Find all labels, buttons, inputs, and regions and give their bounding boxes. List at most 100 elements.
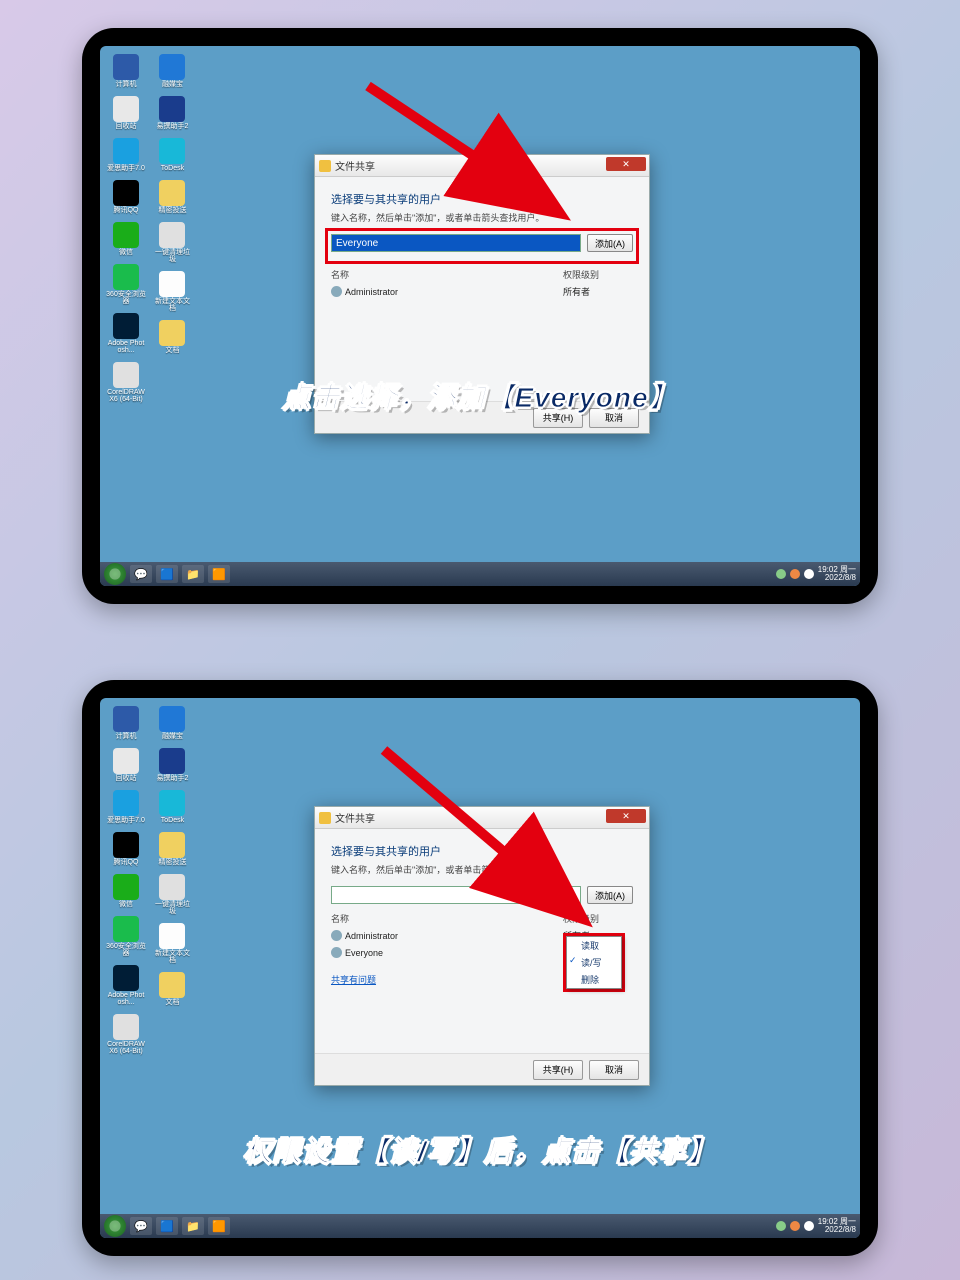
desktop-icon[interactable]: 精密投送 — [152, 180, 192, 214]
desktop-icon[interactable]: 计算机 — [106, 54, 146, 88]
app-icon — [113, 96, 139, 122]
dialog-titlebar[interactable]: 文件共享 ✕ — [315, 155, 649, 177]
taskbar-todesk-icon[interactable]: 🟦 — [156, 1217, 178, 1235]
desktop-icon[interactable]: 爱思助手7.0 — [106, 138, 146, 172]
desktop-icon[interactable]: 回收站 — [106, 748, 146, 782]
cancel-button[interactable]: 取消 — [589, 1060, 639, 1080]
desktop-icon[interactable]: 爱思助手7.0 — [106, 790, 146, 824]
icon-label: 精密投送 — [152, 859, 192, 866]
desktop-icon[interactable]: 360安全浏览器 — [106, 916, 146, 957]
tray-icon[interactable] — [790, 569, 800, 579]
taskbar[interactable]: 💬 🟦 📁 🟧 19:02 周一 2022/8/8 — [100, 1214, 860, 1238]
system-tray[interactable]: 19:02 周一 2022/8/8 — [776, 1214, 856, 1238]
taskbar[interactable]: 💬 🟦 📁 🟧 19:02 周一 2022/8/8 — [100, 562, 860, 586]
desktop-screen-top: 计算机 回收站 爱思助手7.0 腾讯QQ 微信 360安全浏览器 Adobe P… — [100, 46, 860, 586]
user-combo-input[interactable] — [331, 886, 581, 904]
taskbar-app-icon[interactable]: 🟧 — [208, 1217, 230, 1235]
taskbar-explorer-icon[interactable]: 📁 — [182, 1217, 204, 1235]
icon-label: 微信 — [106, 249, 146, 256]
icon-label: 360安全浏览器 — [106, 943, 146, 957]
user-name: Administrator — [345, 287, 398, 297]
app-icon — [159, 138, 185, 164]
icon-label: Adobe Photosh... — [106, 992, 146, 1006]
icon-label: 360安全浏览器 — [106, 291, 146, 305]
close-button[interactable]: ✕ — [606, 157, 646, 171]
add-button[interactable]: 添加(A) — [587, 234, 633, 252]
taskbar-wechat-icon[interactable]: 💬 — [130, 565, 152, 583]
clock-date: 2022/8/8 — [818, 574, 856, 582]
user-perm[interactable]: 所有者 — [563, 285, 633, 298]
icon-label: 易撰助手2 — [152, 123, 192, 130]
desktop-icon[interactable]: 易撰助手2 — [152, 748, 192, 782]
icon-label: 一键清理垃圾 — [152, 901, 192, 915]
app-icon — [113, 138, 139, 164]
desktop-icon[interactable]: 新建文本文档 — [152, 271, 192, 312]
icon-label: 融媒宝 — [152, 733, 192, 740]
tray-icon[interactable] — [776, 569, 786, 579]
user-combo-input[interactable] — [331, 234, 581, 252]
desktop-icon[interactable]: 计算机 — [106, 706, 146, 740]
highlight-box-perm: 读取 读/写 删除 — [563, 933, 625, 992]
tray-icon[interactable] — [804, 1221, 814, 1231]
list-header: 名称 权限级别 — [331, 910, 633, 927]
start-button[interactable] — [104, 1215, 126, 1237]
desktop-icon[interactable]: Adobe Photosh... — [106, 313, 146, 354]
user-row[interactable]: Administrator 所有者 — [331, 283, 633, 300]
dialog-titlebar[interactable]: 文件共享 ✕ — [315, 807, 649, 829]
desktop-icon[interactable]: 回收站 — [106, 96, 146, 130]
desktop-icon[interactable]: 一键清理垃圾 — [152, 874, 192, 915]
desktop-icon[interactable]: 融媒宝 — [152, 54, 192, 88]
file-sharing-dialog: 文件共享 ✕ 选择要与其共享的用户 键入名称，然后单击"添加"，或者单击箭头查找… — [314, 806, 650, 1086]
desktop-icon[interactable]: 文档 — [152, 972, 192, 1006]
desktop-icon[interactable]: 易撰助手2 — [152, 96, 192, 130]
desktop-icon[interactable]: 腾讯QQ — [106, 832, 146, 866]
desktop-icon[interactable]: 一键清理垃圾 — [152, 222, 192, 263]
app-icon — [113, 54, 139, 80]
desktop-icon[interactable]: 新建文本文档 — [152, 923, 192, 964]
taskbar-wechat-icon[interactable]: 💬 — [130, 1217, 152, 1235]
perm-option-read[interactable]: 读取 — [567, 937, 621, 954]
perm-option-remove[interactable]: 删除 — [567, 971, 621, 988]
desktop-icon[interactable]: Adobe Photosh... — [106, 965, 146, 1006]
desktop-icons: 计算机 回收站 爱思助手7.0 腾讯QQ 微信 360安全浏览器 Adobe P… — [106, 52, 194, 409]
system-tray[interactable]: 19:02 周一 2022/8/8 — [776, 562, 856, 586]
icon-label: 融媒宝 — [152, 81, 192, 88]
tray-icon[interactable] — [790, 1221, 800, 1231]
app-icon — [159, 271, 185, 297]
icon-label: 爱思助手7.0 — [106, 165, 146, 172]
icon-label: 腾讯QQ — [106, 207, 146, 214]
desktop-icon[interactable]: 360安全浏览器 — [106, 264, 146, 305]
desktop-icon[interactable]: 腾讯QQ — [106, 180, 146, 214]
icon-label: 文档 — [152, 999, 192, 1006]
taskbar-app-icon[interactable]: 🟧 — [208, 565, 230, 583]
permission-menu[interactable]: 读取 读/写 删除 — [566, 936, 622, 989]
desktop-icon[interactable]: CorelDRAW X6 (64-Bit) — [106, 1014, 146, 1055]
share-button[interactable]: 共享(H) — [533, 1060, 583, 1080]
desktop-icon[interactable]: 文档 — [152, 320, 192, 354]
icon-label: ToDesk — [152, 165, 192, 172]
tray-icon[interactable] — [804, 569, 814, 579]
desktop-icon[interactable]: 精密投送 — [152, 832, 192, 866]
perm-option-readwrite[interactable]: 读/写 — [567, 954, 621, 971]
app-icon — [113, 222, 139, 248]
app-icon — [159, 874, 185, 900]
desktop-icon[interactable]: 融媒宝 — [152, 706, 192, 740]
start-button[interactable] — [104, 563, 126, 585]
desktop-icons: 计算机 回收站 爱思助手7.0 腾讯QQ 微信 360安全浏览器 Adobe P… — [106, 704, 194, 1061]
tray-icon[interactable] — [776, 1221, 786, 1231]
icon-label: 一键清理垃圾 — [152, 249, 192, 263]
dialog-hint: 键入名称，然后单击"添加"，或者单击箭头查找用户。 — [331, 863, 633, 876]
taskbar-explorer-icon[interactable]: 📁 — [182, 565, 204, 583]
folder-icon — [319, 812, 331, 824]
close-button[interactable]: ✕ — [606, 809, 646, 823]
sharing-help-link[interactable]: 共享有问题 — [331, 973, 376, 986]
desktop-icon[interactable]: 微信 — [106, 874, 146, 908]
icon-label: 文档 — [152, 347, 192, 354]
user-combo-row: 添加(A) — [331, 234, 633, 252]
desktop-icon[interactable]: ToDesk — [152, 138, 192, 172]
add-button[interactable]: 添加(A) — [587, 886, 633, 904]
desktop-icon[interactable]: 微信 — [106, 222, 146, 256]
taskbar-todesk-icon[interactable]: 🟦 — [156, 565, 178, 583]
col-perm: 权限级别 — [563, 268, 633, 281]
desktop-icon[interactable]: ToDesk — [152, 790, 192, 824]
